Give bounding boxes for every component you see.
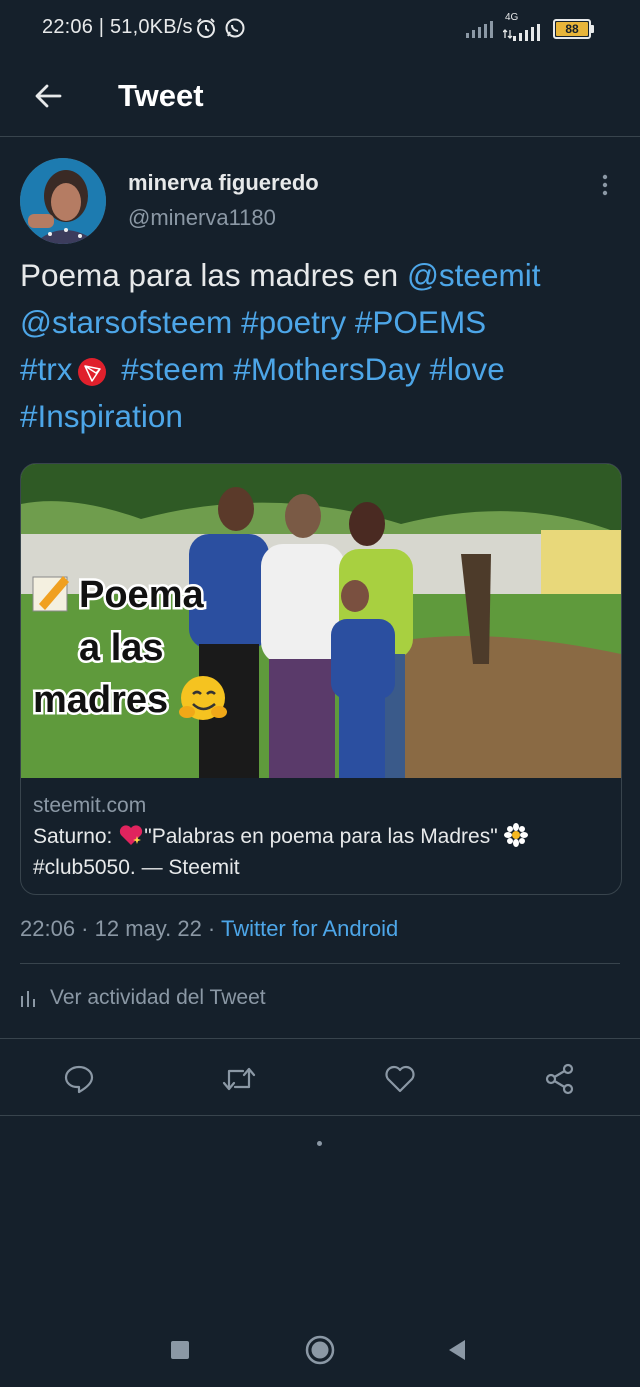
triangle-back-icon (449, 1340, 465, 1360)
tweet-meta: 22:06 · 12 may. 22 · Twitter for Android (20, 916, 398, 942)
battery-level: 88 (565, 22, 579, 36)
signal-4g-icon: 4G (503, 12, 543, 42)
more-vertical-icon (602, 174, 608, 196)
hashtag-inspiration[interactable]: #Inspiration (20, 398, 183, 434)
square-icon (171, 1341, 189, 1359)
like-button[interactable] (380, 1059, 420, 1099)
loading-dot (317, 1141, 322, 1146)
share-icon (545, 1063, 574, 1095)
link-preview-card[interactable]: Poema a las madres steemit.com Saturno: … (20, 463, 622, 895)
mention-starsofsteem[interactable]: @starsofsteem (20, 304, 232, 340)
daisy-icon (503, 823, 528, 847)
tweet-activity-button[interactable]: Ver actividad del Tweet (20, 986, 266, 1010)
reply-icon (64, 1065, 94, 1094)
alarm-icon (197, 18, 215, 38)
home-button[interactable] (298, 1328, 342, 1372)
share-button[interactable] (540, 1059, 580, 1099)
like-icon (385, 1065, 415, 1093)
card-domain: steemit.com (33, 794, 147, 817)
tweet-text: Poema para las madres en @steemit @stars… (20, 252, 620, 440)
avatar-image (20, 158, 106, 244)
card-title-part1: Saturno: (33, 825, 119, 848)
tweet-timestamp: 22:06 · 12 may. 22 · (20, 916, 221, 941)
whatsapp-icon (225, 18, 245, 38)
tweet-source-link[interactable]: Twitter for Android (221, 916, 398, 941)
author-name[interactable]: minerva figueredo (128, 170, 319, 196)
divider (20, 963, 620, 964)
pencil-icon (32, 576, 69, 612)
overlay-line2: a las (79, 627, 164, 669)
hashtag-steem[interactable]: #steem (121, 351, 224, 387)
analytics-icon (21, 991, 35, 1007)
card-title: Saturno: "Palabras en poema para las Mad… (33, 821, 611, 883)
tweet-actions-bar (0, 1038, 640, 1116)
overlay-line1: Poema (79, 574, 204, 616)
author-handle[interactable]: @minerva1180 (128, 205, 276, 231)
battery-indicator: 88 (553, 19, 594, 39)
status-bar: 22:06 | 51,0KB/s 4G 88 (0, 0, 640, 58)
tweet-activity-label: Ver actividad del Tweet (50, 986, 266, 1009)
nav-back-button[interactable] (435, 1328, 479, 1372)
hashtag-poetry[interactable]: #poetry (241, 304, 346, 340)
back-button[interactable] (28, 76, 68, 116)
signal-icon (466, 21, 493, 38)
retweet-button[interactable] (219, 1059, 259, 1099)
system-nav-bar (0, 1300, 640, 1387)
hashtag-trx[interactable]: #trx (20, 351, 73, 387)
hashtag-poems[interactable]: #POEMS (355, 304, 486, 340)
status-time: 22:06 | 51,0KB/s (42, 16, 193, 38)
sparkling-heart-icon (120, 825, 143, 845)
card-image: Poema a las madres (21, 464, 621, 778)
hashtag-love[interactable]: #love (429, 351, 504, 387)
more-options-button[interactable] (590, 170, 620, 200)
hashtag-mothersday[interactable]: #MothersDay (233, 351, 420, 387)
circle-home-icon (305, 1335, 335, 1365)
mention-steemit[interactable]: @steemit (407, 257, 541, 293)
recents-button[interactable] (158, 1328, 202, 1372)
arrow-left-icon (35, 84, 62, 108)
tron-icon (77, 357, 106, 386)
card-title-part2: "Palabras en poema para las Madres" (144, 825, 504, 848)
overlay-line3: madres (33, 679, 168, 721)
header-bar: Tweet (0, 58, 640, 137)
reply-button[interactable] (59, 1059, 99, 1099)
tweet-text-plain: Poema para las madres en (20, 257, 407, 293)
retweet-icon (222, 1067, 256, 1091)
page-title: Tweet (118, 78, 204, 113)
card-title-part3: #club5050. — Steemit (33, 856, 240, 879)
avatar[interactable] (20, 158, 106, 244)
status-right: 4G 88 (465, 12, 594, 44)
